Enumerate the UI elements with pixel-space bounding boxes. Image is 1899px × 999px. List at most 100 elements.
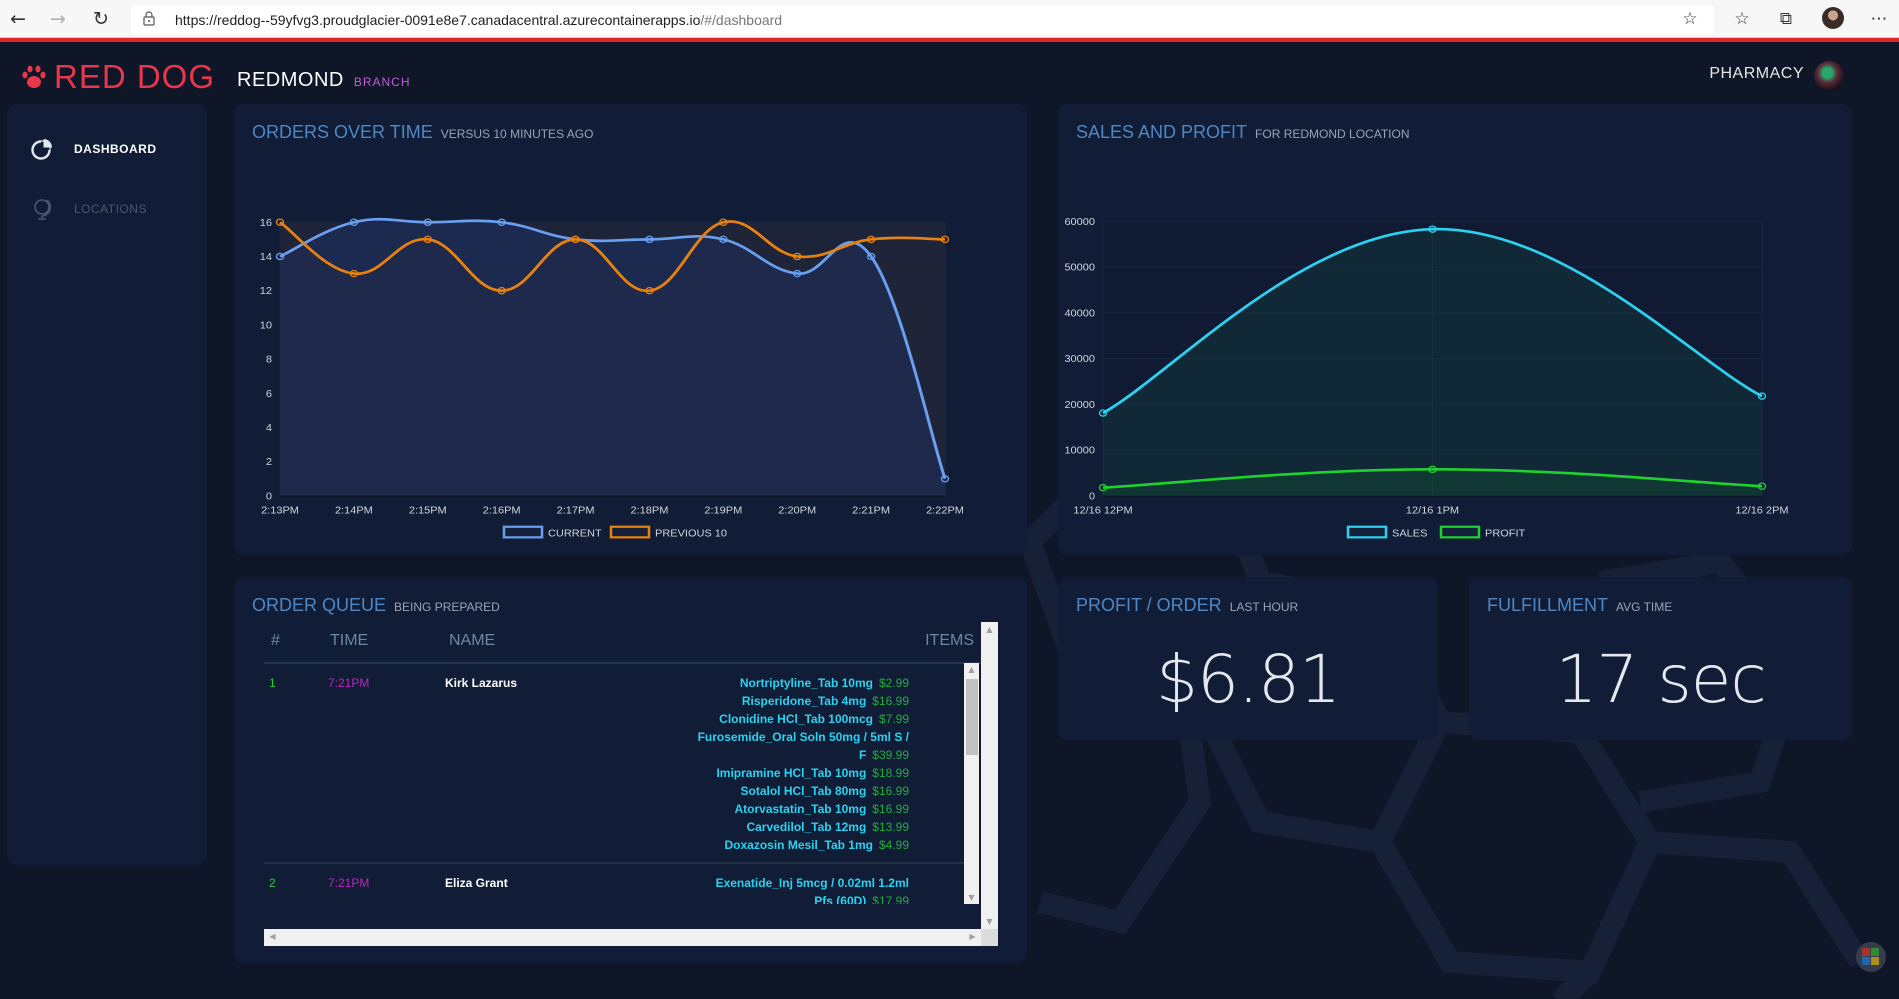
legend-label: CURRENT [548,529,602,539]
profit-per-order-card: PROFIT / ORDER LAST HOUR $6.81 [1058,577,1438,740]
item-price: $2.99 [878,676,909,690]
item-price: $18.99 [872,766,909,780]
inner-vertical-scrollbar[interactable]: ▲ ▼ [964,663,979,904]
x-tick-label: 2:22PM [926,506,964,516]
more-icon[interactable]: ⋯ [1866,7,1892,31]
forward-icon[interactable]: → [46,7,70,31]
sidebar-label: DASHBOARD [74,142,157,156]
x-tick-label: 2:21PM [852,506,890,516]
item-name: Nortriptyline_Tab 10mg [739,676,873,690]
order-time: 7:21PM [328,876,370,890]
card-subtitle: BEING PREPARED [394,600,500,614]
scroll-down-icon[interactable]: ▼ [982,917,997,926]
y-tick-label: 0 [1089,492,1095,502]
item-name: Clonidine HCl_Tab 100mcg [719,712,873,726]
pie-chart-icon [31,139,52,160]
table-row[interactable]: 2 7:21PM Eliza Grant Exenatide_Inj 5mcg / 0… [264,864,964,904]
y-tick-label: 10 [260,321,272,331]
scroll-left-icon[interactable]: ◀ [265,932,280,941]
logo[interactable]: RED DOG [20,58,215,95]
legend-swatch [1439,525,1481,539]
profile-avatar[interactable] [1822,7,1844,29]
x-tick-label: 2:18PM [631,506,669,516]
card-title-text: ORDER QUEUE [252,595,387,615]
customer-name: Eliza Grant [445,876,508,890]
y-tick-label: 20000 [1064,400,1095,410]
order-item: Furosemide_Oral Soln 50mg / 5ml S / F $39… [694,728,909,764]
scroll-up-icon[interactable]: ▲ [982,625,997,634]
order-items: Exenatide_Inj 5mcg / 0.02ml 1.2ml Pfs (6… [694,864,934,904]
queue-scroll-area[interactable]: # TIME NAME ITEMS 1 7:21PM Kirk Lazarus Nor… [264,622,981,929]
url-path: /#/dashboard [700,12,783,28]
scroll-right-icon[interactable]: ▶ [965,932,980,941]
orders-over-time-card: ORDERS OVER TIME VERSUS 10 MINUTES AGO 0… [234,104,1027,555]
scrollbar-thumb[interactable] [966,679,978,755]
order-number: 1 [269,676,276,690]
card-title: ORDER QUEUE BEING PREPARED [252,595,500,616]
scroll-down-icon[interactable]: ▼ [964,893,979,902]
y-tick-label: 14 [260,253,272,263]
branch-tag: BRANCH [353,75,411,89]
order-item: Atorvastatin_Tab 10mg $16.99 [694,800,909,818]
y-tick-label: 12 [260,287,272,297]
legend-label: PROFIT [1485,529,1526,539]
add-favorite-icon[interactable]: ☆ [1677,7,1703,31]
y-tick-label: 8 [266,355,272,365]
card-title-text: PROFIT / ORDER [1076,595,1222,615]
order-item: Sotalol HCl_Tab 80mg $16.99 [694,782,909,800]
y-tick-label: 10000 [1064,446,1095,456]
column-header-name: NAME [449,632,496,649]
profit-per-order-value: $6.81 [1156,641,1341,718]
user-avatar[interactable] [1814,61,1844,91]
y-tick-label: 2 [266,458,272,468]
windows-logo-icon[interactable] [1856,942,1886,972]
x-tick-label: 2:17PM [557,506,595,516]
horizontal-scrollbar[interactable]: ◀ ▶ [264,929,981,946]
orders-chart: 0 2 4 6 8 10 12 14 16 2:13PM 2:14PM 2:15PM 2:16PM 2:1… [260,217,964,539]
sidebar: DASHBOARD LOCATIONS [7,104,207,865]
order-item: Nortriptyline_Tab 10mg $2.99 [694,674,909,692]
scroll-up-icon[interactable]: ▲ [964,665,979,674]
branch-label: REDMOND BRANCH [237,69,411,92]
y-tick-label: 30000 [1064,355,1095,365]
refresh-icon[interactable]: ↻ [89,7,113,31]
sidebar-item-locations[interactable]: LOCATIONS [7,189,207,229]
table-row[interactable]: 1 7:21PM Kirk Lazarus Nortriptyline_Tab 10m… [264,664,964,864]
item-price: $4.99 [878,838,909,852]
url-host: https://reddog--59yfvg3.proudglacier-009… [175,12,701,28]
order-item: Imipramine HCl_Tab 10mg $18.99 [694,764,909,782]
card-title: FULFILLMENT AVG TIME [1487,595,1672,616]
card-title: PROFIT / ORDER LAST HOUR [1076,595,1298,616]
favorites-icon[interactable]: ☆ [1729,7,1755,31]
sidebar-label: LOCATIONS [74,202,147,216]
column-header-items: ITEMS [925,632,974,649]
url-text[interactable]: https://reddog--59yfvg3.proudglacier-009… [175,12,782,28]
y-tick-label: 40000 [1064,309,1095,319]
item-price: $39.99 [872,748,909,762]
item-price: $13.99 [872,820,909,834]
fulfillment-card: FULFILLMENT AVG TIME 17 sec [1469,577,1852,740]
order-item: Risperidone_Tab 4mg $16.99 [694,692,909,710]
y-tick-label: 60000 [1064,217,1095,227]
sidebar-item-dashboard[interactable]: DASHBOARD [7,129,207,169]
item-name: Risperidone_Tab 4mg [741,694,867,708]
outer-vertical-scrollbar[interactable]: ▲ ▼ [981,622,998,929]
order-queue-table: # TIME NAME ITEMS 1 7:21PM Kirk Lazarus Nor… [264,622,998,946]
customer-name: Kirk Lazarus [445,676,518,690]
legend-label: PREVIOUS 10 [655,529,727,539]
globe-icon [34,199,52,220]
collections-icon[interactable]: ⧉ [1773,7,1799,31]
store-name: PHARMACY [1709,65,1804,82]
lock-icon[interactable] [143,11,155,26]
sales-profit-card: SALES AND PROFIT FOR REDMOND LOCATION 01… [1058,104,1852,555]
column-header-time: TIME [330,632,369,649]
y-tick-label: 50000 [1064,263,1095,273]
x-tick-label: 12/16 2PM [1735,506,1788,516]
item-price: $17.99 [872,894,909,904]
card-subtitle: AVG TIME [1616,600,1673,614]
address-bar[interactable]: https://reddog--59yfvg3.proudglacier-009… [131,5,1714,35]
order-items: Nortriptyline_Tab 10mg $2.99 Risperidone_T… [694,664,934,862]
app-root: RED DOG REDMOND BRANCH PHARMACY DASHBOAR… [0,42,1899,999]
back-icon[interactable]: ← [6,7,30,31]
order-item: Doxazosin Mesil_Tab 1mg $4.99 [694,836,909,854]
